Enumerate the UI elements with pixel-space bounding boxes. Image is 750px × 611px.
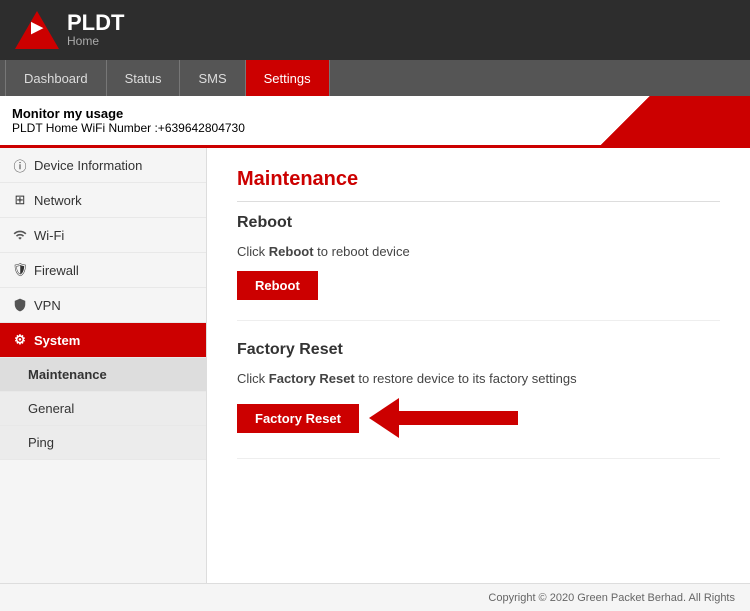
sidebar-item-wifi[interactable]: Wi-Fi: [0, 218, 206, 253]
sidebar-item-general[interactable]: General: [0, 392, 206, 426]
nav-status[interactable]: Status: [107, 60, 181, 96]
content-area: Maintenance Reboot Click Reboot to reboo…: [207, 148, 750, 583]
header: ▶ PLDT Home: [0, 0, 750, 60]
sidebar-item-maintenance[interactable]: Maintenance: [0, 358, 206, 392]
main-layout: ⓘ Device Information ⊞ Network Wi-Fi 🛡 F…: [0, 148, 750, 583]
info-icon: ⓘ: [12, 157, 28, 173]
info-subtitle: PLDT Home WiFi Number :+639642804730: [12, 121, 738, 135]
factory-reset-arrow-area: Factory Reset: [237, 398, 720, 438]
arrow-graphic: [369, 398, 518, 438]
info-bar: Monitor my usage PLDT Home WiFi Number :…: [0, 96, 750, 148]
logo-subtext: Home: [67, 34, 124, 48]
reboot-description: Click Reboot to reboot device: [237, 244, 720, 259]
arrow-line: [398, 411, 518, 425]
sidebar-item-system[interactable]: ⚙ System: [0, 323, 206, 358]
system-icon: ⚙: [12, 332, 28, 348]
footer-text: Copyright © 2020 Green Packet Berhad. Al…: [488, 592, 735, 604]
wifi-icon: [12, 227, 28, 243]
firewall-icon: 🛡: [12, 262, 28, 278]
nav-sms[interactable]: SMS: [180, 60, 245, 96]
nav-dashboard[interactable]: Dashboard: [5, 60, 107, 96]
network-icon: ⊞: [12, 192, 28, 208]
info-title: Monitor my usage: [12, 106, 738, 121]
arrow-head: [369, 398, 399, 438]
navbar: Dashboard Status SMS Settings: [0, 60, 750, 96]
factory-reset-section: Factory Reset Click Factory Reset to res…: [237, 341, 720, 459]
factory-reset-description: Click Factory Reset to restore device to…: [237, 371, 720, 386]
page-title: Maintenance: [237, 168, 720, 202]
footer: Copyright © 2020 Green Packet Berhad. Al…: [0, 583, 750, 611]
sidebar-item-firewall[interactable]: 🛡 Firewall: [0, 253, 206, 288]
factory-reset-button[interactable]: Factory Reset: [237, 404, 359, 433]
sidebar-item-device-information[interactable]: ⓘ Device Information: [0, 148, 206, 183]
logo-area: ▶ PLDT Home: [15, 8, 124, 52]
nav-settings[interactable]: Settings: [246, 60, 330, 96]
vpn-icon: [12, 297, 28, 313]
sidebar-item-network[interactable]: ⊞ Network: [0, 183, 206, 218]
reboot-section: Reboot Click Reboot to reboot device Reb…: [237, 214, 720, 321]
reboot-button[interactable]: Reboot: [237, 271, 318, 300]
sidebar-item-ping[interactable]: Ping: [0, 426, 206, 460]
logo-brand: PLDT: [67, 10, 124, 35]
sidebar-item-vpn[interactable]: VPN: [0, 288, 206, 323]
factory-reset-title: Factory Reset: [237, 341, 720, 359]
reboot-title: Reboot: [237, 214, 720, 232]
sidebar: ⓘ Device Information ⊞ Network Wi-Fi 🛡 F…: [0, 148, 207, 583]
